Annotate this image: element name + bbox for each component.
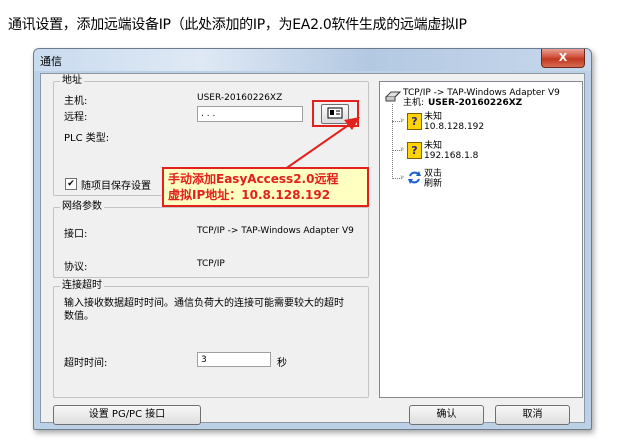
tree-root-adapter[interactable]: TCP/IP -> TAP-Windows Adapter V9 [403, 88, 560, 98]
unknown-device-icon: ? [407, 142, 422, 159]
set-pgpc-interface-button[interactable]: 设置 PG/PC 接口 [53, 405, 201, 425]
dialog-client-area: 地址 主机: USER-20160226XZ 远程: . . . PLC 类型:… [40, 73, 585, 425]
arrow-icon: » [400, 145, 405, 153]
network-cable-icon [385, 91, 401, 102]
window-title: 通信 [40, 55, 62, 68]
cancel-button[interactable]: 取消 [495, 405, 570, 425]
interface-label: 接口: [64, 229, 88, 240]
device-tree[interactable]: TCP/IP -> TAP-Windows Adapter V9 主机: USE… [379, 81, 583, 398]
tree-connector [392, 104, 394, 179]
save-with-project-checkbox[interactable]: ✔ [65, 178, 77, 190]
unknown-device-icon: ? [407, 113, 422, 130]
interface-value: TCP/IP -> TAP-Windows Adapter V9 [197, 226, 354, 236]
tree-root-host: USER-20160226XZ [428, 98, 523, 108]
plc-type-label: PLC 类型: [64, 133, 110, 144]
arrow-icon: » [400, 173, 405, 181]
protocol-label: 协议: [64, 262, 88, 273]
remote-label: 远程: [64, 112, 88, 123]
tree-node-2-ip: 192.168.1.8 [424, 151, 479, 161]
save-with-project-label: 随项目保存设置 [81, 181, 151, 192]
timeout-unit: 秒 [277, 358, 287, 369]
timeout-input[interactable]: 3 [197, 352, 271, 367]
arrow-icon: » [400, 116, 405, 124]
refresh-line-2: 刷新 [424, 179, 443, 189]
refresh-line-1: 双击 [424, 169, 443, 179]
network-legend: 网络参数 [60, 201, 104, 213]
timeout-label: 超时时间: [64, 358, 108, 369]
host-label: 主机: [64, 96, 88, 107]
callout-line-2: 虚拟IP地址：10.8.128.192 [168, 188, 331, 202]
tree-root-host-label: 主机: [403, 98, 425, 108]
page-heading: 通讯设置，添加远端设备IP（此处添加的IP，为EA2.0软件生成的远端虚拟IP [8, 17, 467, 33]
annotation-callout: 手动添加EasyAccess2.0远程 虚拟IP地址：10.8.128.192 [162, 167, 369, 207]
tree-node-1-ip: 10.8.128.192 [424, 122, 485, 132]
tree-node-1-name: 未知 [424, 112, 443, 122]
refresh-icon [408, 171, 421, 184]
tree-node-2-name: 未知 [424, 141, 443, 151]
title-bar[interactable]: 通信 X [34, 49, 591, 71]
ok-button[interactable]: 确认 [409, 405, 484, 425]
host-value: USER-20160226XZ [197, 93, 283, 103]
communication-dialog: 通信 X 地址 主机: USER-20160226XZ 远程: . . . PL… [33, 48, 592, 430]
address-legend: 地址 [60, 75, 84, 87]
protocol-value: TCP/IP [197, 259, 225, 269]
close-button[interactable]: X [541, 49, 585, 68]
timeout-description: 输入接收数据超时时间。通信负荷大的连接可能需要较大的超时数值。 [64, 298, 344, 322]
timeout-legend: 连接超时 [60, 280, 104, 292]
callout-line-1: 手动添加EasyAccess2.0远程 [168, 172, 339, 186]
